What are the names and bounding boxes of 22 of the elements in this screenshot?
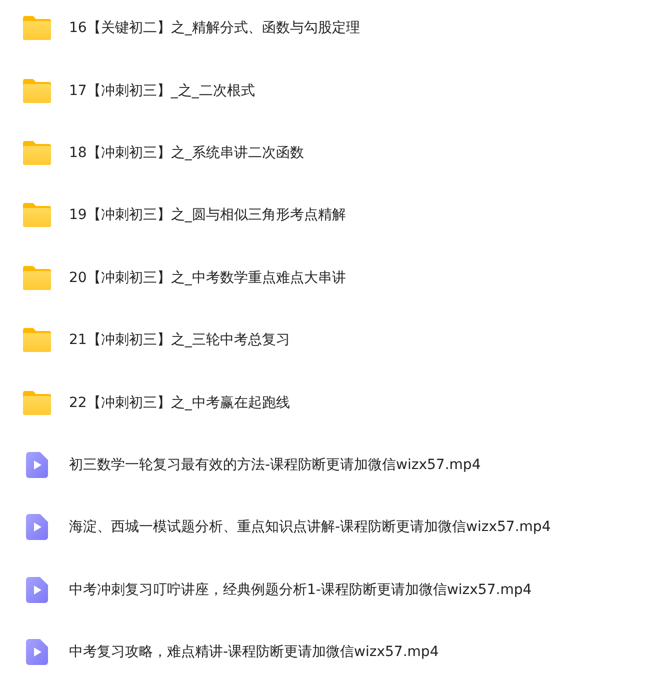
file-name[interactable]: 16【关键初二】之_精解分式、函数与勾股定理	[69, 19, 360, 38]
video-file-icon	[26, 639, 48, 666]
folder-icon	[22, 327, 52, 354]
file-name[interactable]: 中考冲刺复习叮咛讲座，经典例题分析1-课程防断更请加微信wizx57.mp4	[69, 580, 532, 599]
file-name[interactable]: 17【冲刺初三】_之_二次根式	[69, 82, 255, 100]
file-name[interactable]: 中考复习攻略，难点精讲-课程防断更请加微信wizx57.mp4	[69, 643, 439, 662]
file-name[interactable]: 18【冲刺初三】之_系统串讲二次函数	[69, 144, 304, 162]
file-name[interactable]: 19【冲刺初三】之_圆与相似三角形考点精解	[69, 206, 346, 224]
file-name[interactable]: 海淀、西城一模试题分析、重点知识点讲解-课程防断更请加微信wizx57.mp4	[69, 518, 551, 536]
file-name[interactable]: 初三数学一轮复习最有效的方法-课程防断更请加微信wizx57.mp4	[69, 456, 481, 474]
folder-icon	[22, 264, 52, 291]
folder-icon	[22, 390, 52, 416]
video-file-icon	[26, 452, 48, 478]
file-name[interactable]: 20【冲刺初三】之_中考数学重点难点大串讲	[69, 268, 346, 287]
file-name[interactable]: 21【冲刺初三】之_三轮中考总复习	[69, 331, 290, 350]
video-file-icon	[26, 514, 48, 540]
folder-icon	[22, 15, 52, 42]
folder-icon	[22, 78, 52, 104]
file-name[interactable]: 22【冲刺初三】之_中考赢在起跑线	[69, 394, 290, 412]
folder-icon	[22, 202, 52, 228]
video-file-icon	[26, 576, 48, 603]
folder-icon	[22, 140, 52, 166]
